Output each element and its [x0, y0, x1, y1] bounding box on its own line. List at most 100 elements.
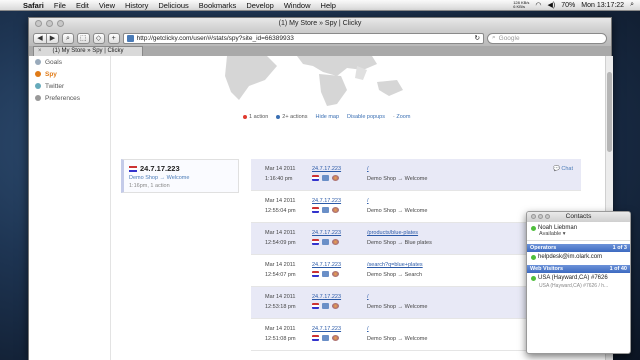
url-field[interactable]: http://getclicky.com/user/#/stats/spy?si…	[122, 32, 484, 44]
add-bookmark-button[interactable]: +	[107, 32, 120, 44]
action-ip-link[interactable]: 24.7.17.223	[312, 326, 341, 332]
action-path-link[interactable]: /	[367, 294, 369, 300]
zoom-window-button[interactable]	[57, 20, 64, 27]
zoom-link[interactable]: Zoom	[396, 114, 410, 120]
visitor-ip: 24.7.17.223	[140, 164, 180, 173]
sidebar-item-twitter[interactable]: Twitter	[29, 80, 110, 92]
flag-icon	[312, 175, 319, 181]
sidebar-item-label: Spy	[45, 70, 57, 78]
action-path-link[interactable]: /	[367, 166, 369, 172]
operator-contact[interactable]: helpdesk@im.olark.com	[527, 252, 630, 262]
action-time: 12:55:04 pm	[265, 208, 296, 214]
menu-safari[interactable]: Safari	[18, 1, 49, 10]
clicky-sidebar: Goals Spy Twitter Preferences	[29, 56, 111, 360]
visitor-card[interactable]: 24.7.17.223 Demo Shop → Welcome 1:16pm, …	[121, 159, 239, 193]
web-visitors-group-header[interactable]: Web Visitors 1 of 40	[527, 265, 630, 273]
menu-window[interactable]: Window	[279, 1, 316, 10]
sidebar-item-preferences[interactable]: Preferences	[29, 92, 110, 104]
action-ip-link[interactable]: 24.7.17.223	[312, 230, 341, 236]
tab-active[interactable]: × (1) My Store » Spy | Clicky	[33, 46, 143, 56]
action-icons	[312, 335, 339, 341]
reload-icon[interactable]: ↻	[475, 34, 480, 42]
contacts-zoom-button[interactable]	[545, 214, 550, 219]
clock[interactable]: Mon 13:17:22	[581, 2, 624, 9]
action-ip-link[interactable]: 24.7.17.223	[312, 198, 341, 204]
operators-group-header[interactable]: Operators 1 of 3	[527, 244, 630, 252]
menu-delicious[interactable]: Delicious	[153, 1, 193, 10]
volume-icon[interactable]: ◀)	[548, 1, 556, 9]
menu-develop[interactable]: Develop	[241, 1, 279, 10]
menu-help[interactable]: Help	[316, 1, 341, 10]
world-map-graphic	[225, 56, 403, 106]
world-map[interactable]	[127, 56, 507, 118]
close-window-button[interactable]	[35, 20, 42, 27]
sidebar-item-label: Preferences	[45, 94, 81, 102]
visitors-label: Web Visitors	[530, 266, 564, 272]
action-ip-link[interactable]: 24.7.17.223	[312, 262, 341, 268]
availability-dropdown[interactable]: Available ▾	[531, 231, 626, 237]
chat-icon: 💬	[552, 166, 560, 172]
flag-icon	[312, 271, 319, 277]
sidebar-item-label: Goals	[45, 58, 62, 66]
visitor-contact[interactable]: USA (Hayward,CA) #7626	[527, 273, 630, 283]
action-ip-link[interactable]: 24.7.17.223	[312, 166, 341, 172]
chat-link[interactable]: 💬 Chat	[553, 166, 573, 172]
sidebar-item-spy[interactable]: Spy	[29, 68, 110, 80]
flag-icon	[312, 239, 319, 245]
menubar: Safari File Edit View History Delicious …	[0, 0, 640, 11]
action-path-link[interactable]: /products/blue-plates	[367, 230, 418, 236]
window-titlebar[interactable]: (1) My Store » Spy | Clicky	[29, 18, 611, 30]
forward-button[interactable]: ▶	[46, 33, 58, 43]
tag-button[interactable]: ◇	[92, 32, 105, 44]
url-text: http://getclicky.com/user/#/stats/spy?si…	[136, 34, 294, 42]
contacts-titlebar[interactable]: Contacts	[527, 212, 630, 222]
menu-bookmarks[interactable]: Bookmarks	[194, 1, 242, 10]
menu-edit[interactable]: Edit	[71, 1, 94, 10]
action-time: 12:51:08 pm	[265, 336, 296, 342]
back-forward-buttons: ◀ ▶	[33, 32, 59, 44]
visitor-contact-name: USA (Hayward,CA) #7626	[538, 275, 608, 281]
net-down: 6 KB/s	[513, 4, 525, 9]
contacts-close-button[interactable]	[531, 214, 536, 219]
browser-icon	[332, 175, 339, 181]
us-flag-icon	[129, 165, 137, 172]
bookmark-button[interactable]: ⬚	[77, 32, 90, 44]
menu-file[interactable]: File	[49, 1, 71, 10]
contacts-minimize-button[interactable]	[538, 214, 543, 219]
operators-count: 1 of 3	[612, 245, 627, 251]
search-field[interactable]: ⌕ Google	[487, 32, 607, 44]
scrollbar-thumb[interactable]	[607, 72, 612, 152]
browser-toolbar: ◀ ▶ ⌕ ⬚ ◇ + http://getclicky.com/user/#/…	[29, 30, 611, 46]
action-path-link[interactable]: /	[367, 198, 369, 204]
contacts-panel: Contacts Noah Liebman Available ▾ Operat…	[526, 211, 631, 354]
menu-history[interactable]: History	[120, 1, 153, 10]
twitter-icon	[35, 83, 41, 89]
site-favicon	[126, 34, 134, 42]
action-icons	[312, 303, 339, 309]
hide-map-link[interactable]: Hide map	[316, 114, 340, 120]
action-date: Mar 14 2011	[265, 262, 296, 268]
sidebar-item-goals[interactable]: Goals	[29, 56, 110, 68]
action-icons	[312, 175, 339, 181]
menu-view[interactable]: View	[94, 1, 120, 10]
action-path-link[interactable]: /search?q=blue+plates	[367, 262, 423, 268]
preferences-icon	[35, 95, 41, 101]
visitor-site[interactable]: Demo Shop → Welcome	[129, 175, 233, 181]
minimize-window-button[interactable]	[46, 20, 53, 27]
browser-icon	[332, 207, 339, 213]
action-ip-link[interactable]: 24.7.17.223	[312, 294, 341, 300]
wifi-icon[interactable]: ◠	[535, 1, 541, 9]
disable-popups-link[interactable]: Disable popups	[347, 114, 385, 120]
legend-two-actions: 2+ actions	[276, 114, 308, 120]
action-path-link[interactable]: /	[367, 326, 369, 332]
zoom-button[interactable]: ⌕	[62, 32, 74, 44]
my-status: Noah Liebman Available ▾	[527, 222, 630, 241]
close-tab-icon[interactable]: ×	[38, 47, 42, 56]
spotlight-icon[interactable]: ⌕	[630, 1, 634, 9]
back-button[interactable]: ◀	[34, 34, 46, 43]
action-date: Mar 14 2011	[265, 230, 296, 236]
network-monitor[interactable]: 128 KB/s 6 KB/s	[513, 0, 529, 10]
battery-label[interactable]: 70%	[561, 2, 575, 9]
action-title: Demo Shop → Welcome	[367, 208, 428, 214]
action-title: Demo Shop → Welcome	[367, 304, 428, 310]
